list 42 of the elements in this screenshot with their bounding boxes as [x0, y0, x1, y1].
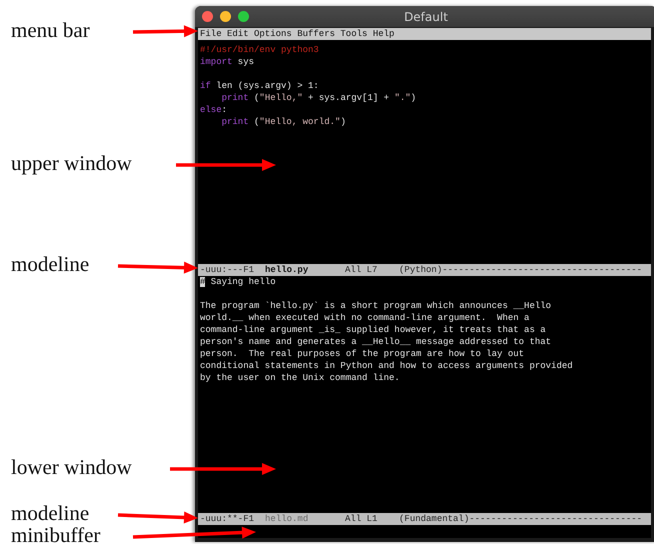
major-mode: (Python) — [399, 264, 442, 276]
callout-label: modeline — [11, 501, 90, 525]
modeline-dashes: ------------------------------------- — [442, 264, 642, 276]
callout-label: upper window — [11, 151, 132, 175]
text-line: Saying hello — [210, 277, 276, 287]
callout-arrow — [132, 25, 198, 38]
callout-label: minibuffer — [11, 523, 100, 544]
menu-item[interactable]: Help — [372, 28, 394, 40]
code-line: print ("Hello," + sys.argv[1] + ".") — [222, 92, 416, 104]
modeline-status: -uuu:---F1 — [200, 264, 254, 276]
menu-item[interactable]: Options — [254, 28, 292, 40]
text-line: person. The real purposes of the program are how to lay out — [200, 349, 524, 359]
callout-label: modeline — [11, 252, 90, 276]
modeline-position: All L7 — [345, 264, 378, 276]
menu-item[interactable]: File — [200, 28, 222, 40]
modeline-dashes: -------------------------------- — [469, 513, 642, 525]
text-line: person's name and generates a __Hello__ message addressed to that — [200, 337, 552, 347]
text-line: world.__ when executed with no command-line argument. When a — [200, 313, 530, 323]
code-line: #!/usr/bin/env python3 — [200, 44, 319, 56]
major-mode: (Fundamental) — [399, 513, 470, 525]
menu-item[interactable]: Tools — [340, 28, 368, 40]
menu-item[interactable]: Buffers — [297, 28, 336, 40]
text-line: The program `hello.py` is a short program which announces __Hello — [200, 301, 552, 311]
callout-label: lower window — [11, 455, 132, 479]
text-line: command-line argument _is_ supplied however, it treats that as a — [200, 325, 546, 335]
code-line: else: — [200, 104, 228, 116]
code-line: import sys — [200, 56, 254, 68]
window-title: Default — [403, 10, 449, 24]
text-line: conditional statements in Python and how to access arguments provided — [200, 361, 573, 371]
callout-label: menu bar — [11, 18, 90, 42]
modeline-position: All L1 — [345, 513, 378, 525]
code-line: print ("Hello, world.") — [222, 116, 346, 128]
buffer-name: hello.md — [265, 513, 310, 525]
close-button[interactable] — [202, 11, 213, 22]
modeline-status: -uuu:**-F1 — [200, 513, 254, 525]
buffer-name: hello.py — [265, 264, 310, 276]
minimize-button[interactable] — [220, 11, 231, 22]
text-line: by the user on the Unix command line. — [200, 373, 400, 383]
zoom-button[interactable] — [238, 11, 249, 22]
code-line: if len (sys.argv) > 1: — [200, 80, 319, 92]
text-cursor: # — [200, 277, 206, 287]
menu-item[interactable]: Edit — [227, 28, 249, 40]
